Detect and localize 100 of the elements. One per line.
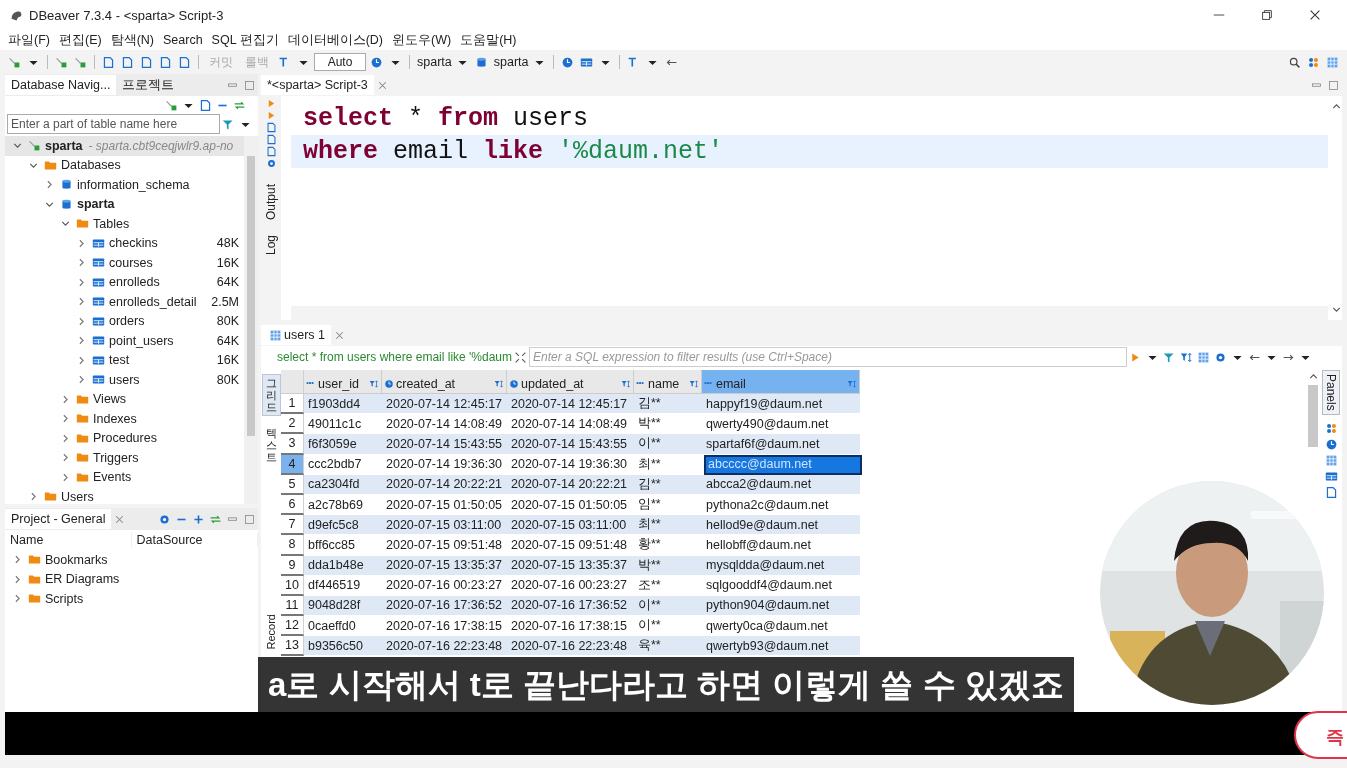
subscribe-button[interactable]: 즉 <box>1294 711 1347 759</box>
tree-item[interactable]: sparta <box>77 197 115 212</box>
tree-item[interactable]: test <box>109 353 130 368</box>
tree-item[interactable]: sparta <box>45 138 83 153</box>
query-text: select * from users where email like '%daum <box>276 350 513 364</box>
row-number[interactable]: 5 <box>281 474 304 495</box>
menu-item[interactable]: SQL 편집기 <box>211 31 279 49</box>
tree-item[interactable]: Scripts <box>45 591 84 606</box>
view-tab[interactable]: 그리드 <box>261 374 281 417</box>
row-number[interactable]: 2 <box>281 414 304 435</box>
table-cell: abcca2@daum.net <box>702 474 860 495</box>
tree-item[interactable]: checkins <box>109 236 158 251</box>
tree-item[interactable]: information_schema <box>77 177 190 192</box>
row-number[interactable]: 4 <box>281 454 304 475</box>
table-cell: 박** <box>634 555 702 576</box>
row-number[interactable]: 8 <box>281 535 304 556</box>
tree-item[interactable]: courses <box>109 255 153 270</box>
tree-item[interactable]: Views <box>93 392 127 407</box>
panels-tab[interactable]: Panels <box>1322 370 1340 415</box>
gear-icon <box>265 158 277 169</box>
menu-item[interactable]: 데이터베이스(D) <box>287 31 383 49</box>
restore-icon[interactable] <box>1260 8 1274 22</box>
column-header[interactable]: created_at <box>382 370 507 394</box>
view-tab[interactable]: Record <box>260 610 282 653</box>
editor-tab[interactable]: *<sparta> Script-3 <box>261 75 374 95</box>
row-number[interactable]: 10 <box>281 575 304 596</box>
database-selector[interactable]: sparta <box>493 55 529 69</box>
column-header[interactable]: DataSource <box>131 533 258 547</box>
connection-selector[interactable]: sparta <box>417 55 452 69</box>
results-tab[interactable]: users 1 <box>261 325 331 345</box>
expand-icon <box>514 350 528 364</box>
row-number[interactable]: 11 <box>281 595 304 617</box>
size-label: 80K <box>215 371 240 388</box>
menu-item[interactable]: 탐색(N) <box>110 31 154 49</box>
row-number[interactable]: 1 <box>281 394 304 415</box>
tree-item[interactable]: Events <box>93 470 132 485</box>
side-tab[interactable]: Output <box>264 184 278 221</box>
row-number[interactable]: 9 <box>281 555 304 576</box>
menu-item[interactable]: 파일(F) <box>8 31 50 49</box>
scrollbar[interactable] <box>244 136 258 504</box>
tree-item[interactable]: Users <box>61 489 94 504</box>
menu-item[interactable]: 편집(E) <box>58 31 102 49</box>
side-tab[interactable]: Log <box>264 235 278 256</box>
filter-sort-icon <box>847 378 857 389</box>
folder-icon <box>76 431 89 445</box>
tree-item[interactable]: enrolleds_detail <box>109 294 197 309</box>
column-header[interactable]: name <box>634 370 702 394</box>
row-number[interactable]: 6 <box>281 494 304 516</box>
table-cell: 2020-07-15 09:51:48 <box>382 535 507 556</box>
tree-item[interactable]: orders <box>109 314 145 329</box>
close-icon[interactable] <box>1308 8 1322 22</box>
database-icon <box>60 197 73 211</box>
table-cell: 2020-07-15 03:11:00 <box>507 515 634 536</box>
column-header[interactable]: Name <box>5 533 132 547</box>
row-number[interactable]: 7 <box>281 515 304 536</box>
tree-item[interactable]: Triggers <box>93 450 139 465</box>
commit-mode-field[interactable]: Auto <box>314 53 366 71</box>
plug-icon <box>74 55 87 69</box>
filter-sort-icon <box>621 378 631 389</box>
menu-item[interactable]: 도움말(H) <box>460 31 517 49</box>
column-header[interactable]: updated_at <box>507 370 634 394</box>
tree-item[interactable]: ER Diagrams <box>45 572 120 587</box>
filter-field[interactable]: Enter a SQL expression to filter results (use Ctrl+Space) <box>529 347 1128 367</box>
panel-tab[interactable]: 프로젝트 <box>116 73 181 97</box>
table-cell: hellobff@daum.net <box>702 535 860 556</box>
tree-item[interactable]: Indexes <box>93 411 137 426</box>
gear-icon <box>1214 350 1228 364</box>
panel-tab[interactable]: Project - General <box>5 509 112 529</box>
tree-item[interactable]: Databases <box>61 158 121 173</box>
view-tab[interactable]: 텍스트 <box>261 424 281 467</box>
panel-tab[interactable]: Database Navig... <box>5 75 117 95</box>
plug-icon <box>165 98 178 112</box>
tree-item[interactable]: point_users <box>109 333 174 348</box>
subtitle: a로 시작해서 t로 끝난다라고 하면 이렇게 쓸 수 있겠죠 <box>258 657 1074 712</box>
size-label: 64K <box>215 274 240 291</box>
row-number[interactable]: 13 <box>281 636 304 657</box>
menu-item[interactable]: Search <box>163 33 203 47</box>
tree-item[interactable]: Procedures <box>93 431 157 446</box>
tree-item[interactable]: Bookmarks <box>45 552 108 567</box>
document-icon <box>265 134 277 145</box>
document-icon <box>265 122 277 133</box>
column-header[interactable]: email <box>702 370 860 394</box>
maximize-icon <box>1327 78 1340 92</box>
filter-icon <box>1163 350 1177 364</box>
tree-item[interactable]: enrolleds <box>109 275 160 290</box>
clock-icon <box>370 55 383 69</box>
tree-item[interactable]: users <box>109 372 140 387</box>
row-number[interactable]: 12 <box>281 616 304 637</box>
tree-item[interactable]: Tables <box>93 216 130 231</box>
panel-icon <box>1307 55 1320 69</box>
plus-icon <box>192 512 205 526</box>
menu-item[interactable]: 윈도우(W) <box>392 31 452 49</box>
row-number[interactable]: 3 <box>281 434 304 455</box>
column-header[interactable]: user_id <box>304 370 382 394</box>
table-cell: df446519 <box>304 575 382 596</box>
folder-icon <box>28 592 41 606</box>
table-filter-field[interactable]: Enter a part of table name here <box>7 114 220 134</box>
table-icon <box>1324 469 1338 483</box>
document-icon <box>199 98 212 112</box>
window-title: DBeaver 7.3.4 - <sparta> Script-3 <box>29 7 224 23</box>
